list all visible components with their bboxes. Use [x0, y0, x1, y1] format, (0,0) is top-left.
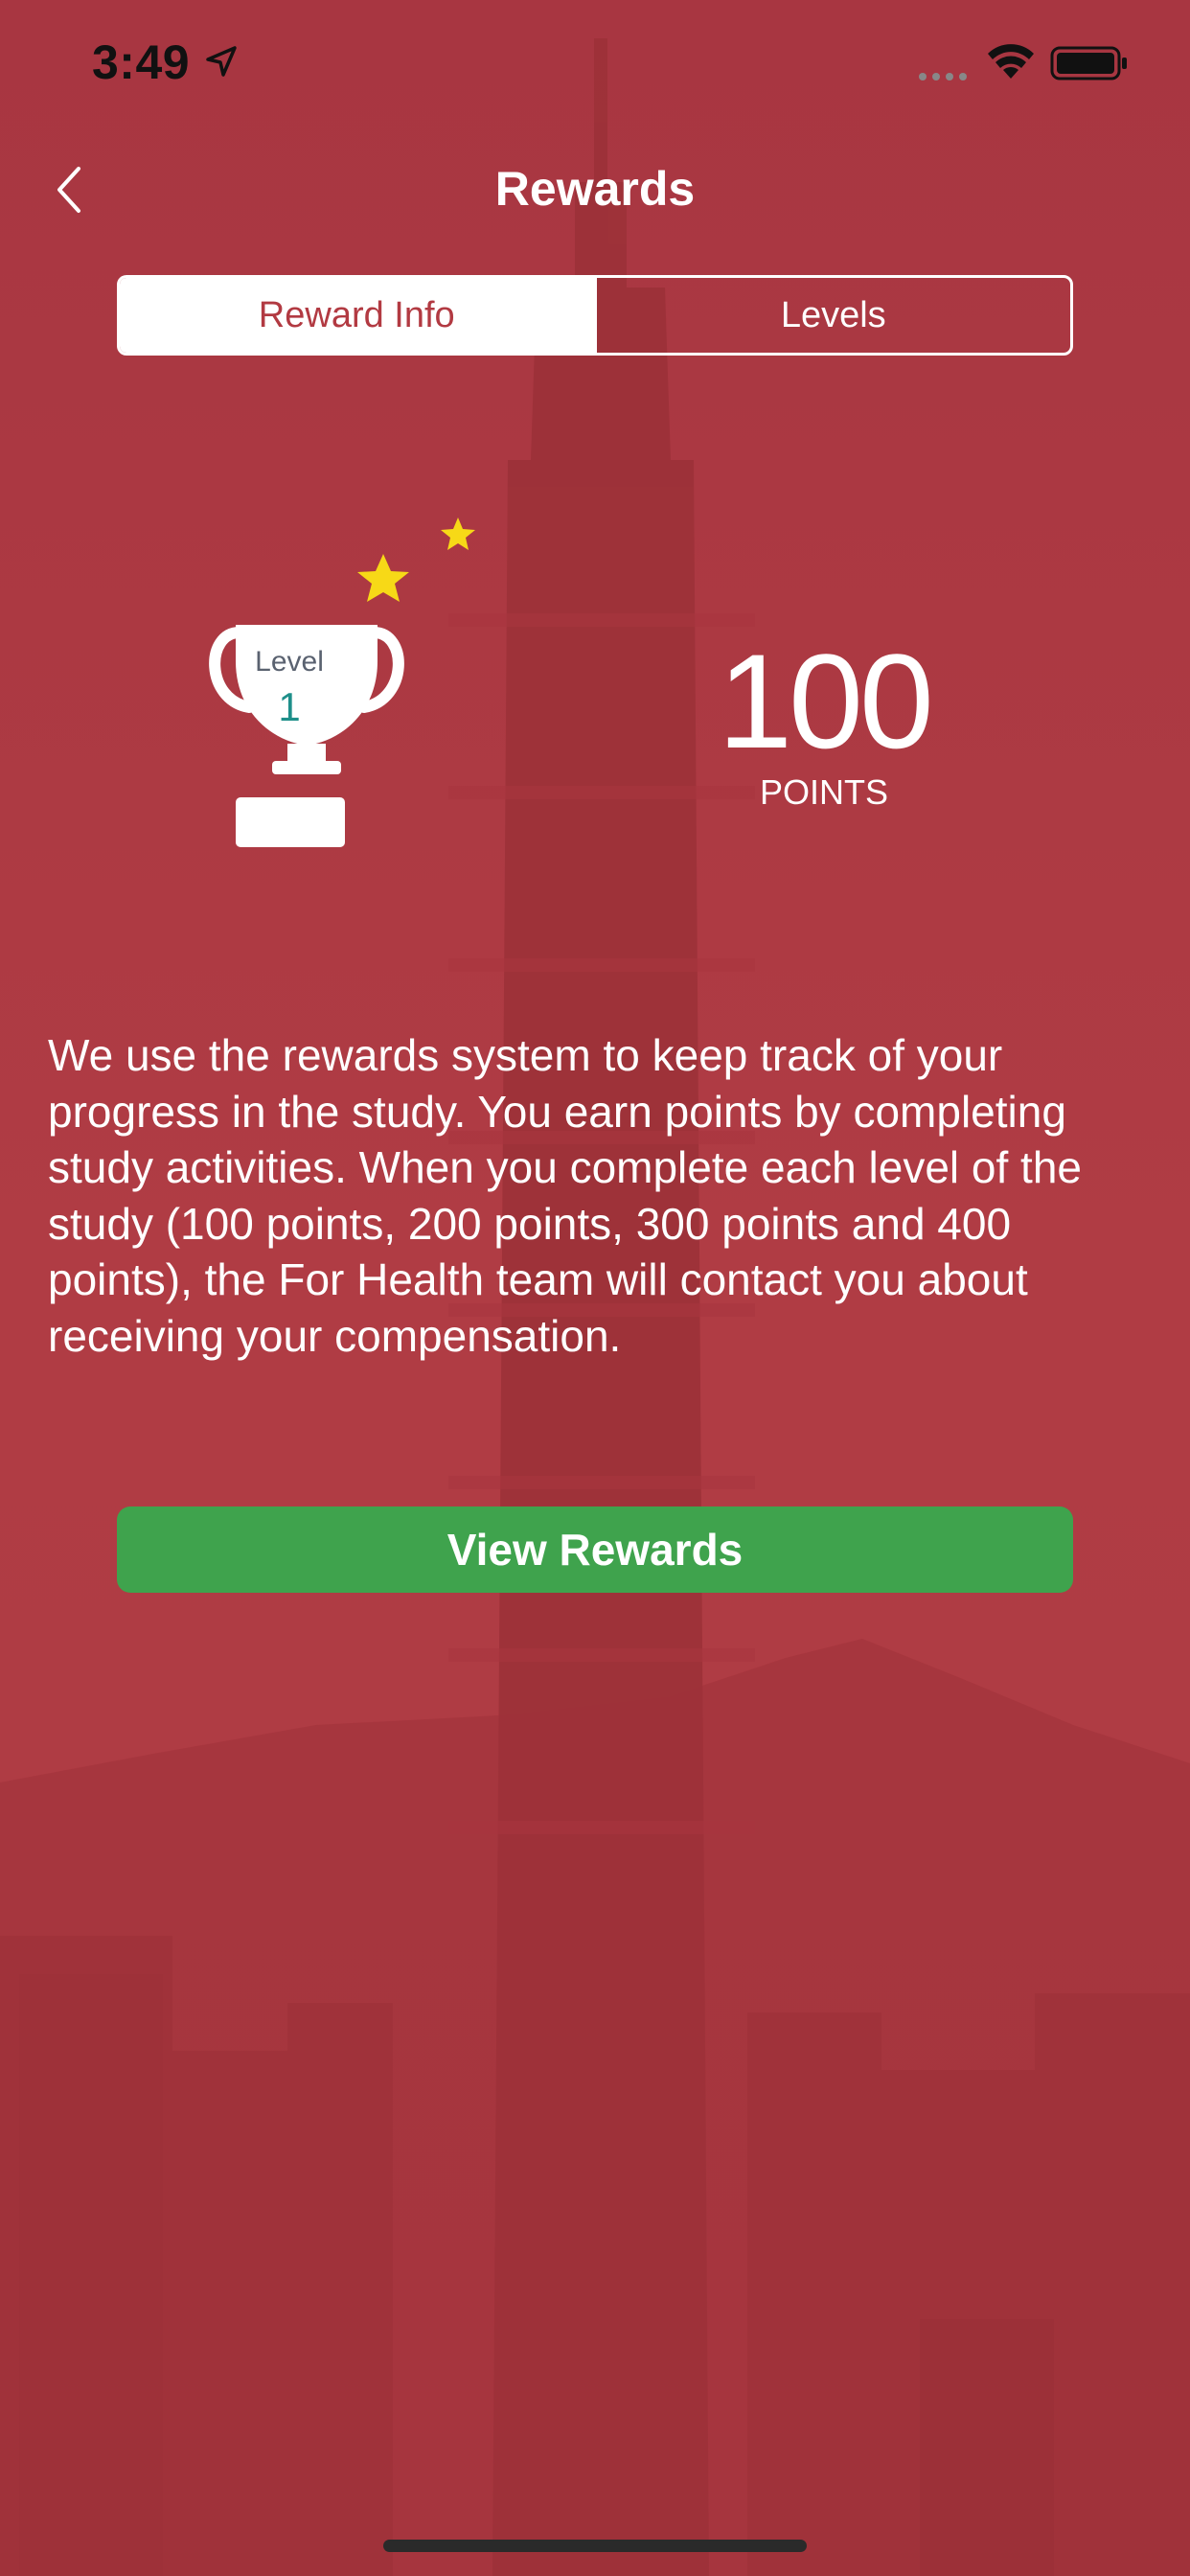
- tab-reward-info[interactable]: Reward Info: [120, 278, 594, 353]
- battery-icon: [1050, 46, 1127, 80]
- trophy-level-label: Level: [255, 646, 324, 678]
- location-arrow-icon: [206, 46, 237, 77]
- wifi-icon: [988, 44, 1034, 79]
- status-bar: 3:49: [0, 0, 1190, 125]
- status-time: 3:49: [92, 35, 191, 89]
- points-value: 100: [718, 626, 934, 776]
- rewards-screen: 3:49 Rewards Reward Info Levels Level 1 …: [0, 0, 1190, 2576]
- points-label: POINTS: [759, 772, 888, 812]
- page-title: Rewards: [494, 162, 696, 216]
- star-icon: [357, 554, 409, 602]
- home-indicator[interactable]: [383, 2540, 807, 2552]
- tab-levels[interactable]: Levels: [593, 278, 1071, 353]
- cellular-signal-icon: [919, 73, 967, 80]
- rewards-description: We use the rewards system to keep track …: [48, 1030, 1083, 1361]
- trophy-level-value: 1: [278, 684, 301, 729]
- segmented-control: Reward Info Levels: [117, 275, 1073, 356]
- view-rewards-button[interactable]: View Rewards: [117, 1506, 1073, 1593]
- star-icon: [441, 518, 475, 550]
